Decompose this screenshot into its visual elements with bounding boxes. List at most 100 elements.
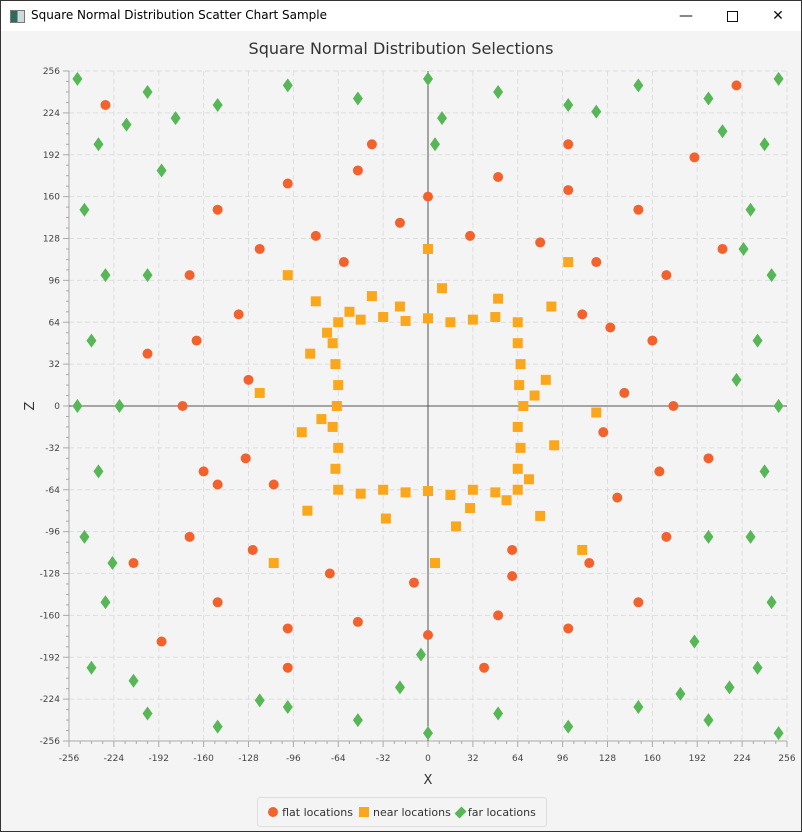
flat-location-point (591, 257, 602, 268)
y-tick-label: 128 (43, 235, 60, 245)
flat-location-point (352, 165, 363, 176)
near-location-point (437, 283, 448, 294)
near-location-point (296, 427, 307, 438)
flat-location-point (310, 230, 321, 241)
x-tick-label: 192 (689, 754, 706, 764)
near-location-point (333, 442, 344, 453)
x-tick-label: -160 (193, 754, 214, 764)
x-tick-label: 0 (425, 754, 431, 764)
flat-location-point (577, 309, 588, 320)
y-tick-label: -64 (45, 486, 60, 496)
near-location-point (305, 348, 316, 359)
flat-location-point (240, 453, 251, 464)
y-tick-label: 64 (49, 318, 61, 328)
near-location-point (282, 270, 293, 281)
flat-location-point (605, 322, 616, 333)
flat-location-point (366, 139, 377, 150)
y-axis-label: Z (23, 401, 38, 410)
flat-location-point (717, 243, 728, 254)
near-location-point (333, 317, 344, 328)
near-location-point (423, 486, 433, 497)
near-location-point (515, 359, 526, 370)
flat-location-point (465, 230, 476, 241)
flat-location-point (619, 387, 630, 398)
flat-location-point (142, 348, 153, 359)
near-location-point (445, 317, 456, 328)
flat-location-point (661, 270, 672, 281)
flat-location-point (661, 531, 672, 542)
x-tick-label: 64 (512, 754, 524, 764)
near-location-point (591, 407, 602, 418)
near-location-point (512, 338, 523, 349)
near-location-point (322, 327, 333, 338)
near-location-point (515, 442, 526, 453)
near-location-point (467, 314, 478, 325)
y-tick-label: 96 (49, 276, 61, 286)
y-tick-label: -160 (40, 611, 61, 621)
near-location-point (523, 474, 534, 485)
near-location-point (529, 390, 540, 401)
x-tick-label: -224 (104, 754, 125, 764)
flat-location-point (563, 623, 574, 634)
x-tick-label: 128 (599, 754, 616, 764)
flat-location-point (177, 401, 188, 411)
legend: flat locations near locations far locati… (257, 797, 547, 827)
near-location-point (333, 484, 344, 495)
legend-item-flat: flat locations (268, 806, 353, 819)
flat-location-point (100, 100, 111, 111)
y-tick-label: 256 (43, 67, 60, 77)
near-location-point (378, 484, 389, 495)
near-location-point (577, 544, 588, 555)
near-location-point (512, 317, 523, 328)
chart-title: Square Normal Distribution Selections (249, 39, 554, 58)
near-location-point (512, 463, 523, 474)
flat-location-point (282, 178, 293, 189)
flat-location-point (703, 453, 714, 464)
flat-location-point (612, 492, 623, 503)
flat-location-point (633, 597, 644, 608)
y-tick-label: 0 (54, 402, 60, 412)
near-location-point (490, 312, 501, 323)
flat-location-point (598, 427, 609, 438)
flat-location-point (254, 243, 265, 254)
x-tick-label: -192 (149, 754, 169, 764)
flat-location-point (324, 568, 335, 579)
near-location-point (423, 313, 433, 324)
scatter-chart: Square Normal Distribution Selections X … (23, 39, 796, 788)
legend-label: far locations (467, 805, 536, 819)
x-tick-label: 256 (778, 754, 795, 764)
flat-location-point (563, 185, 574, 196)
flat-location-point (647, 335, 658, 346)
legend-label: near locations (372, 805, 451, 819)
near-location-point (423, 243, 433, 254)
y-tick-label: 32 (49, 360, 60, 370)
x-tick-label: -256 (59, 754, 80, 764)
flat-location-point (654, 466, 665, 477)
near-location-point (540, 374, 551, 385)
x-tick-label: 160 (644, 754, 661, 764)
near-location-point (254, 387, 265, 398)
x-tick-label: -96 (286, 754, 301, 764)
x-axis-label: X (424, 773, 433, 788)
near-location-point (493, 293, 504, 304)
near-location-point (512, 421, 523, 432)
y-tick-label: -224 (40, 695, 61, 705)
near-location-point (310, 296, 321, 307)
flat-location-point (282, 623, 293, 634)
square-icon (358, 807, 369, 817)
flat-location-point (156, 636, 167, 647)
y-tick-label: 160 (43, 193, 60, 203)
y-tick-label: -128 (40, 570, 61, 580)
near-location-point (563, 257, 574, 268)
flat-location-point (668, 401, 679, 411)
flat-location-point (535, 237, 546, 248)
flat-location-point (689, 152, 700, 163)
near-location-point (400, 487, 411, 498)
flat-location-point (282, 662, 293, 673)
flat-location-point (191, 335, 202, 346)
near-location-point (512, 484, 523, 495)
near-location-point (451, 521, 462, 532)
near-location-point (400, 315, 411, 326)
flat-location-point (338, 257, 349, 268)
near-location-point (467, 484, 478, 495)
